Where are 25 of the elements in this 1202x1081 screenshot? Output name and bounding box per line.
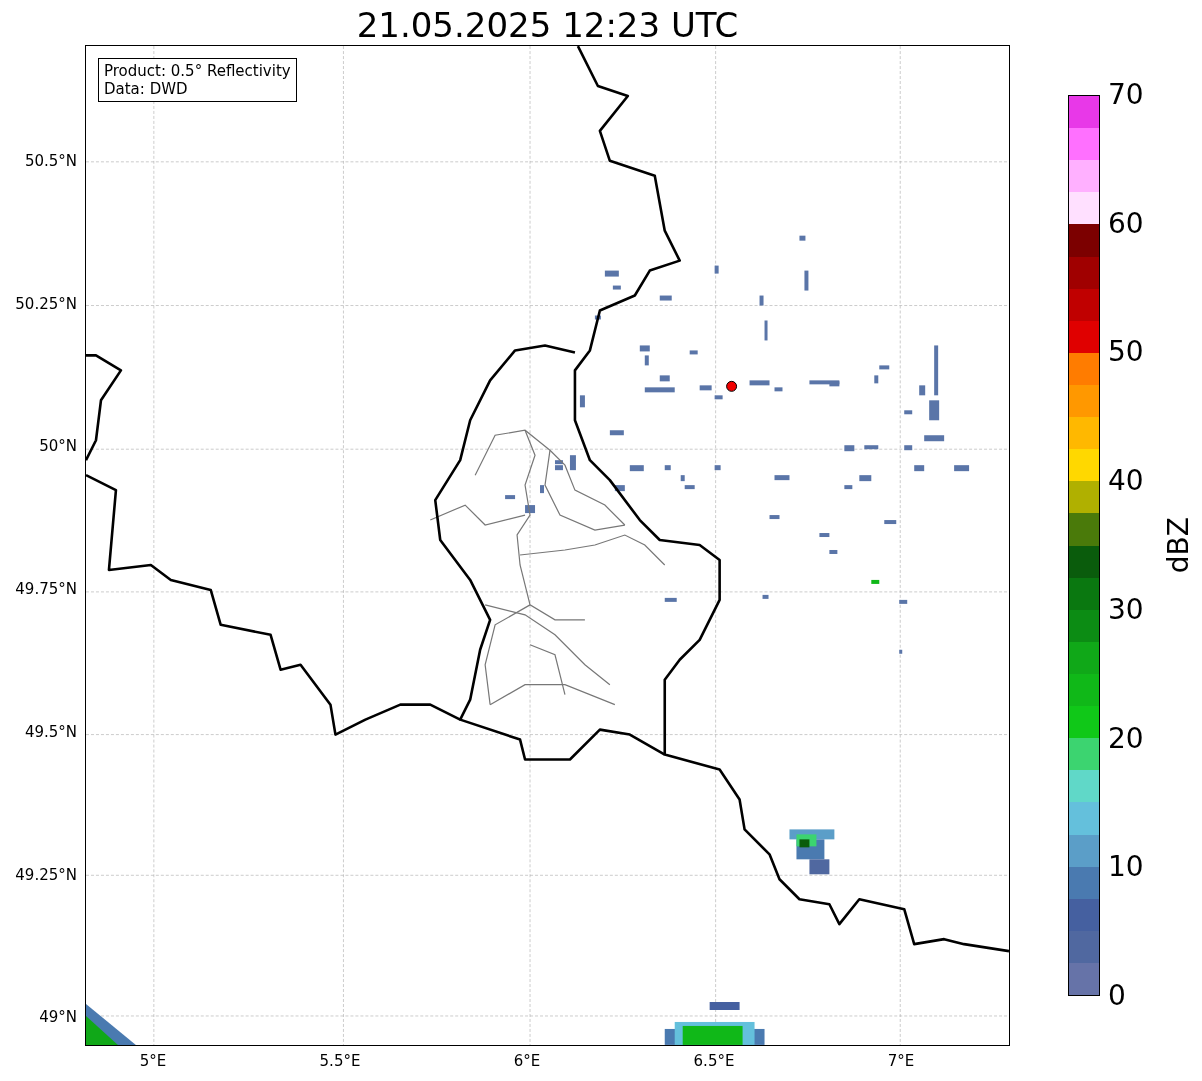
chart-title: 21.05.2025 12:23 UTC: [355, 5, 740, 45]
colorbar-tick-label: 60: [1108, 208, 1144, 239]
info-text: Data: DWD: [104, 80, 189, 98]
colorbar-tick-label: 20: [1108, 723, 1144, 754]
longitude-label: 5.5°E: [319, 1052, 361, 1070]
colorbar-tick-label: 70: [1108, 80, 1144, 110]
longitude-label: 7°E: [887, 1052, 915, 1070]
colorbar-tick-label: 10: [1108, 852, 1144, 883]
latitude-label: 50.25°N: [15, 294, 77, 313]
longitude-label: 6°E: [513, 1052, 541, 1070]
location-marker: [726, 380, 738, 392]
colorbar-label: dBZ: [1162, 517, 1195, 574]
longitude-label: 6.5°E: [693, 1052, 735, 1070]
colorbar-tick-label: 0: [1108, 981, 1126, 1011]
latitude-label: 50°N: [39, 437, 77, 456]
latitude-label: 49.75°N: [15, 580, 77, 599]
info-text: Product: 0.5° Reflectivity: [104, 62, 291, 80]
colorbar-tick-label: 50: [1108, 337, 1144, 368]
longitude-label: 5°E: [139, 1052, 167, 1070]
latitude-label: 49°N: [39, 1008, 77, 1027]
latitude-label: 50.5°N: [24, 152, 77, 170]
latitude-label: 49.5°N: [24, 722, 77, 741]
latitude-label: 49.25°N: [15, 865, 77, 884]
colorbar-tick-label: 40: [1108, 466, 1144, 497]
colorbar-tick-label: 30: [1108, 594, 1144, 625]
